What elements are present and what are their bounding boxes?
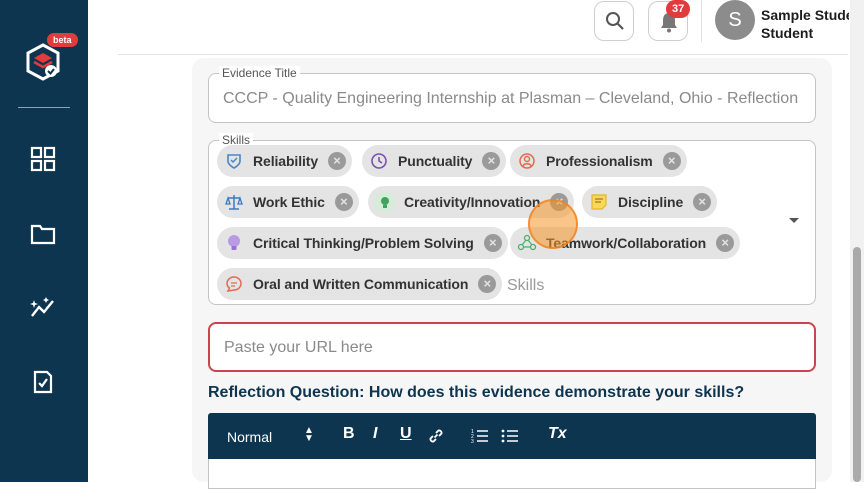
search-button[interactable] [594, 1, 634, 41]
url-input-placeholder: Paste your URL here [224, 339, 373, 356]
dashboard-grid-icon[interactable] [29, 145, 57, 173]
sidebar-divider [18, 107, 70, 108]
remove-chip-icon[interactable]: × [693, 193, 712, 211]
search-icon [606, 12, 624, 30]
skill-chip-critical-thinking[interactable]: Critical Thinking/Problem Solving × [217, 227, 508, 259]
url-input[interactable]: Paste your URL here [208, 322, 816, 372]
speech-bubble-icon [223, 273, 245, 295]
skills-input-placeholder[interactable]: Skills [507, 277, 544, 295]
notification-count-badge: 37 [666, 0, 691, 18]
remove-chip-icon[interactable]: × [334, 193, 353, 211]
skill-chip-label: Punctuality [398, 153, 473, 169]
sidebar: beta [0, 0, 88, 482]
evidence-title-label: Evidence Title [219, 66, 300, 80]
lightbulb-icon [223, 232, 245, 254]
evidence-title-value[interactable]: CCCP - Quality Engineering Internship at… [223, 90, 801, 108]
evidence-title-field[interactable]: Evidence Title CCCP - Quality Engineerin… [208, 66, 816, 123]
skill-chip-discipline[interactable]: Discipline × [582, 186, 718, 218]
user-name[interactable]: Sample Student [761, 7, 849, 23]
beta-badge: beta [47, 33, 78, 47]
avatar[interactable]: S [715, 0, 755, 40]
bullet-list-icon[interactable] [501, 428, 519, 444]
folder-icon[interactable] [29, 220, 57, 248]
skill-chip-label: Reliability [253, 153, 319, 169]
skill-chip-punctuality[interactable]: Punctuality × [362, 145, 507, 177]
bold-button[interactable]: B [343, 425, 355, 443]
skill-chip-oral-written-communication[interactable]: Oral and Written Communication × [217, 268, 503, 300]
skill-chip-label: Professionalism [546, 153, 653, 169]
ordered-list-icon[interactable]: 1 2 3 [471, 428, 489, 444]
remove-chip-icon[interactable]: × [478, 275, 497, 293]
skill-chip-label: Discipline [618, 194, 684, 210]
reflection-question: Reflection Question: How does this evide… [208, 384, 745, 401]
chevron-down-icon[interactable] [789, 218, 799, 223]
checklist-icon[interactable] [29, 368, 57, 396]
remove-chip-icon[interactable]: × [716, 234, 735, 252]
svg-text:3: 3 [471, 439, 474, 444]
italic-button[interactable]: I [373, 425, 377, 443]
header-divider [118, 54, 848, 55]
skill-chip-label: Work Ethic [253, 194, 325, 210]
skill-chip-label: Oral and Written Communication [253, 276, 469, 292]
skill-chip-professionalism[interactable]: Professionalism × [510, 145, 687, 177]
link-icon[interactable] [427, 427, 445, 445]
clock-icon [368, 150, 390, 172]
sticky-note-icon [588, 191, 610, 213]
skill-chip-label: Critical Thinking/Problem Solving [253, 235, 474, 251]
analytics-icon[interactable] [29, 294, 57, 322]
lightbulb-head-icon [374, 191, 396, 213]
reflection-editor[interactable] [208, 459, 816, 489]
select-arrows-icon[interactable]: ▲ ▼ [304, 426, 314, 444]
remove-chip-icon[interactable]: × [483, 234, 502, 252]
evidence-form-card: Evidence Title CCCP - Quality Engineerin… [192, 58, 832, 489]
remove-chip-icon[interactable]: × [482, 152, 501, 170]
person-target-icon [516, 150, 538, 172]
remove-chip-icon[interactable]: × [328, 152, 347, 170]
clear-format-button[interactable]: Tx [548, 425, 567, 443]
skill-chip-reliability[interactable]: Reliability × [217, 145, 353, 177]
shield-badge-icon [223, 150, 245, 172]
click-indicator [528, 199, 578, 249]
editor-toolbar: Normal ▲ ▼ B I U 1 2 3 Tx [208, 413, 816, 459]
user-role: Student [761, 25, 814, 41]
header-separator [701, 0, 702, 42]
remove-chip-icon[interactable]: × [662, 152, 681, 170]
skill-chip-work-ethic[interactable]: Work Ethic × [217, 186, 359, 218]
scrollbar-thumb[interactable] [853, 247, 861, 482]
skills-field[interactable]: Skills Reliability × Punctuality × Profe… [208, 133, 816, 305]
format-select[interactable]: Normal [227, 429, 272, 445]
underline-button[interactable]: U [400, 425, 412, 443]
skill-chip-label: Creativity/Innovation [404, 194, 541, 210]
scales-icon [223, 191, 245, 213]
app-logo-icon[interactable] [23, 42, 63, 82]
